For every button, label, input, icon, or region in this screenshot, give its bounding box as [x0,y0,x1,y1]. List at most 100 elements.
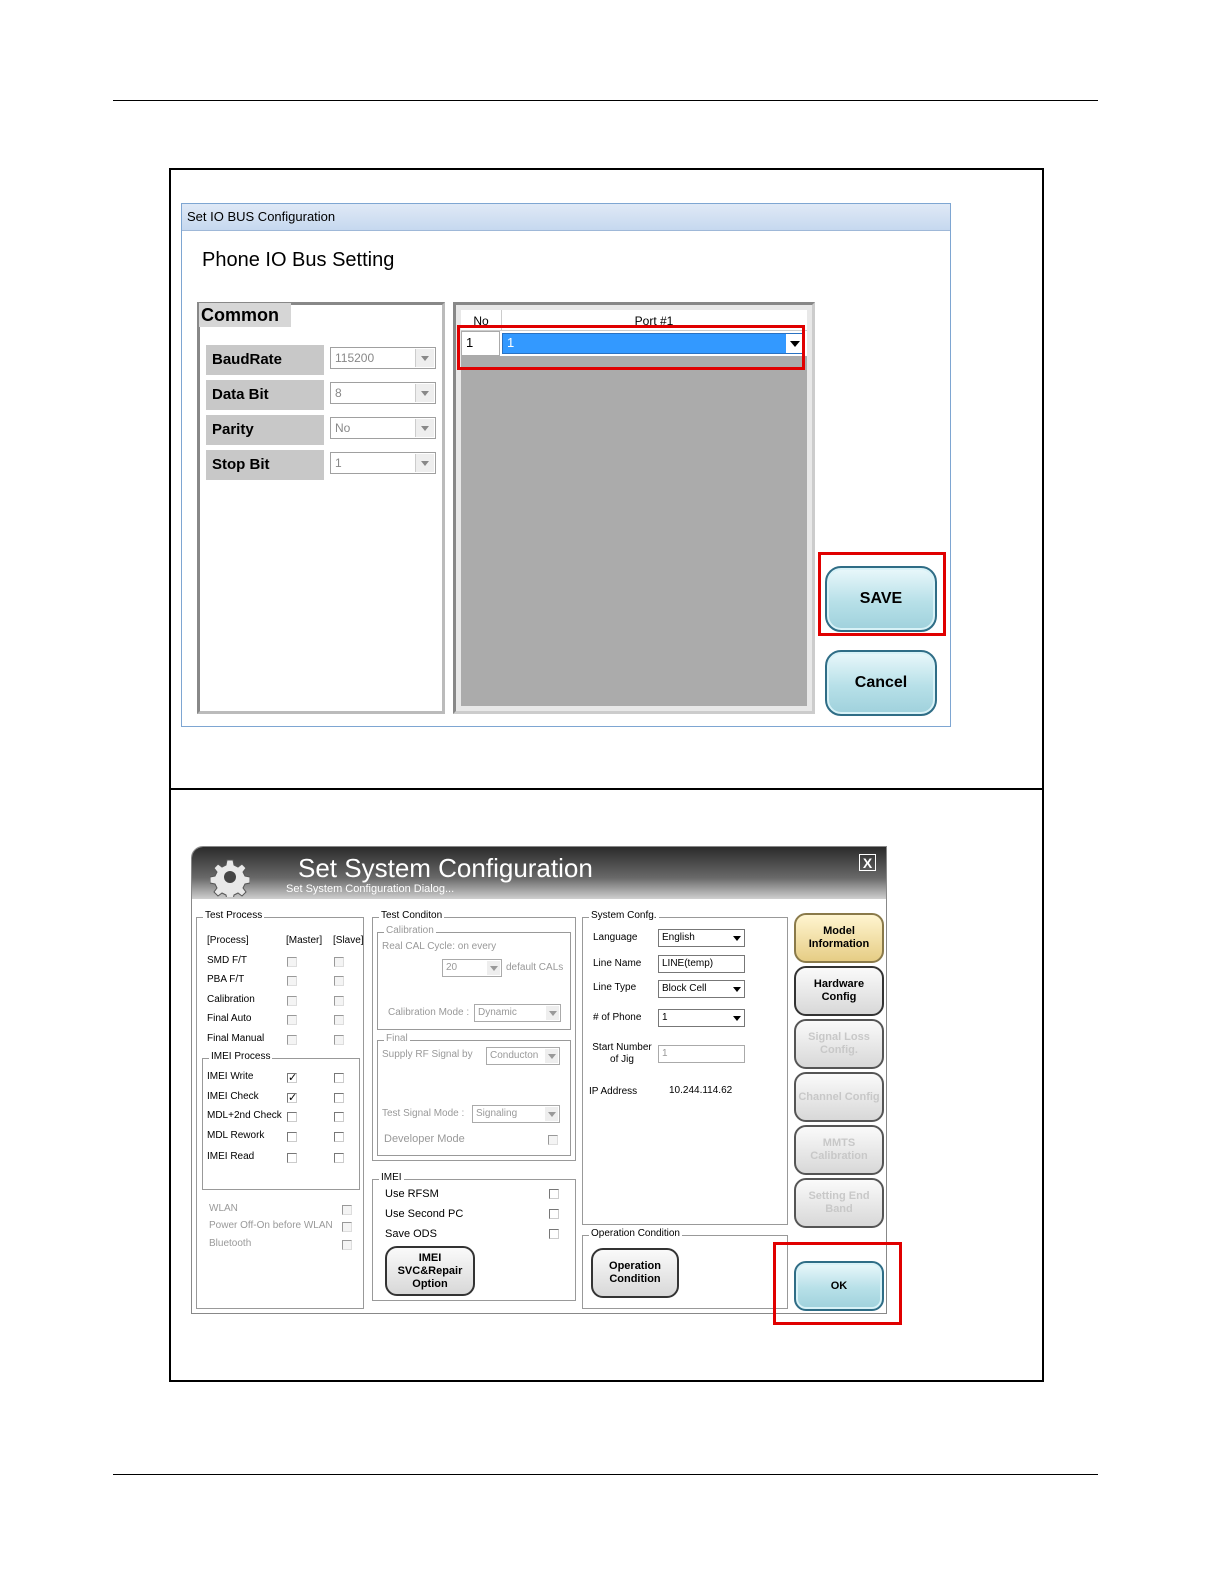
supply-rf-select[interactable]: Conducton [486,1047,560,1065]
developer-mode-label: Developer Mode [384,1133,465,1145]
cal-cycle-select[interactable]: 20 [442,959,502,977]
channel-config-button[interactable]: Channel Config [794,1072,884,1122]
power-off-on-checkbox[interactable] [342,1222,352,1232]
imei-check-master-checkbox[interactable]: ✓ [287,1093,297,1104]
final-auto-slave-checkbox[interactable] [334,1015,344,1025]
close-button[interactable]: X [859,854,876,871]
io-bus-heading: Phone IO Bus Setting [202,249,395,271]
databit-select[interactable]: 8 [330,382,436,404]
use-second-pc-checkbox[interactable] [549,1209,559,1219]
developer-mode-checkbox[interactable] [548,1135,558,1145]
start-number-field[interactable]: 1 [658,1045,745,1063]
chevron-down-icon[interactable] [545,1049,558,1063]
mmts-calibration-button[interactable]: MMTS Calibration [794,1125,884,1175]
process-pba-ft: PBA F/T [207,974,245,985]
signal-loss-config-button[interactable]: Signal Loss Config. [794,1019,884,1069]
process-calibration: Calibration [207,994,255,1005]
mdl-2nd-master-checkbox[interactable] [287,1112,297,1122]
line-type-value: Block Cell [662,983,707,994]
pba-master-checkbox[interactable] [287,976,297,986]
chevron-down-icon[interactable] [546,1006,559,1020]
line-type-select[interactable]: Block Cell [658,980,745,998]
system-config-subtitle: Set System Configuration Dialog... [286,883,455,895]
language-label: Language [593,932,638,943]
imei-process-group: IMEI Process IMEI Write ✓ IMEI Check ✓ M… [202,1051,360,1190]
calibration-group-label: Calibration [384,925,436,936]
gear-icon [210,859,250,897]
test-condition-label: Test Conditon [379,910,445,921]
calibration-slave-checkbox[interactable] [334,996,344,1006]
model-information-button[interactable]: Model Information [794,913,884,963]
io-bus-dialog: Set IO BUS Configuration Phone IO Bus Se… [181,203,951,727]
imei-check-slave-checkbox[interactable] [334,1093,344,1103]
bluetooth-checkbox[interactable] [342,1240,352,1250]
chevron-down-icon[interactable] [545,1107,558,1121]
smd-slave-checkbox[interactable] [334,957,344,967]
wlan-checkbox[interactable] [342,1205,352,1215]
process-final-manual: Final Manual [207,1033,265,1044]
smd-master-checkbox[interactable] [287,957,297,967]
final-group-label: Final [384,1033,410,1044]
test-process-group: Test Process [Process] [Master] [Slave] … [196,910,364,1309]
chevron-down-icon[interactable] [487,961,500,975]
final-manual-slave-checkbox[interactable] [334,1035,344,1045]
calibration-master-checkbox[interactable] [287,996,297,1006]
setting-end-band-button[interactable]: Setting End Band [794,1178,884,1228]
chevron-down-icon[interactable] [730,1011,743,1025]
chevron-down-icon[interactable] [415,419,434,437]
process-final-auto: Final Auto [207,1013,252,1024]
language-select[interactable]: English [658,929,745,947]
highlight-port-row [457,325,805,370]
save-ods-label: Save ODS [385,1228,437,1240]
line-type-label: Line Type [593,982,637,993]
calibration-mode-select[interactable]: Dynamic [474,1004,561,1022]
calibration-mode-value: Dynamic [478,1007,517,1018]
final-auto-master-checkbox[interactable] [287,1015,297,1025]
baudrate-value: 115200 [335,351,375,365]
line-name-field[interactable]: LINE(temp) [658,955,745,973]
imei-write-master-checkbox[interactable]: ✓ [287,1073,297,1084]
supply-rf-value: Conducton [490,1050,539,1061]
system-config-header: Set System Configuration Set System Conf… [192,847,886,899]
pba-slave-checkbox[interactable] [334,976,344,986]
mdl-2nd-slave-checkbox[interactable] [334,1112,344,1122]
num-phone-label: # of Phone [593,1012,642,1023]
use-rfsm-checkbox[interactable] [549,1189,559,1199]
baudrate-select[interactable]: 115200 [330,347,436,369]
common-group-label: Common [199,303,291,327]
operation-condition-button[interactable]: Operation Condition [591,1248,679,1298]
test-signal-mode-select[interactable]: Signaling [472,1105,560,1123]
parity-label: Parity [206,415,324,445]
chevron-down-icon[interactable] [730,982,743,996]
parity-select[interactable]: No [330,417,436,439]
highlight-ok [773,1242,902,1325]
calibration-group: Calibration Real CAL Cycle: on every 20 … [377,925,571,1030]
imei-write-label: IMEI Write [207,1071,254,1082]
default-cals-label: default CALs [506,962,564,973]
mdl-rework-master-checkbox[interactable] [287,1132,297,1142]
imei-svc-repair-button[interactable]: IMEI SVC&Repair Option [385,1246,475,1296]
test-process-label: Test Process [203,910,265,921]
num-phone-select[interactable]: 1 [658,1009,745,1027]
mdl-rework-slave-checkbox[interactable] [334,1132,344,1142]
test-condition-group: Test Conditon Calibration Real CAL Cycle… [372,910,576,1161]
imei-write-slave-checkbox[interactable] [334,1073,344,1083]
chevron-down-icon[interactable] [730,931,743,945]
hardware-config-button[interactable]: Hardware Config [794,966,884,1016]
io-bus-dialog-titlebar: Set IO BUS Configuration [182,204,950,231]
cancel-button[interactable]: Cancel [825,650,937,716]
process-smd-ft: SMD F/T [207,955,247,966]
chevron-down-icon[interactable] [415,384,434,402]
system-config-group-label: System Confg. [589,910,659,921]
save-ods-checkbox[interactable] [549,1229,559,1239]
final-manual-master-checkbox[interactable] [287,1035,297,1045]
imei-read-master-checkbox[interactable] [287,1153,297,1163]
figure-divider [171,788,1042,790]
chevron-down-icon[interactable] [415,349,434,367]
stopbit-select[interactable]: 1 [330,452,436,474]
imei-read-slave-checkbox[interactable] [334,1153,344,1163]
master-column-header: [Master] [286,935,323,946]
language-value: English [662,932,695,943]
num-phone-value: 1 [662,1012,668,1023]
chevron-down-icon[interactable] [415,454,434,472]
